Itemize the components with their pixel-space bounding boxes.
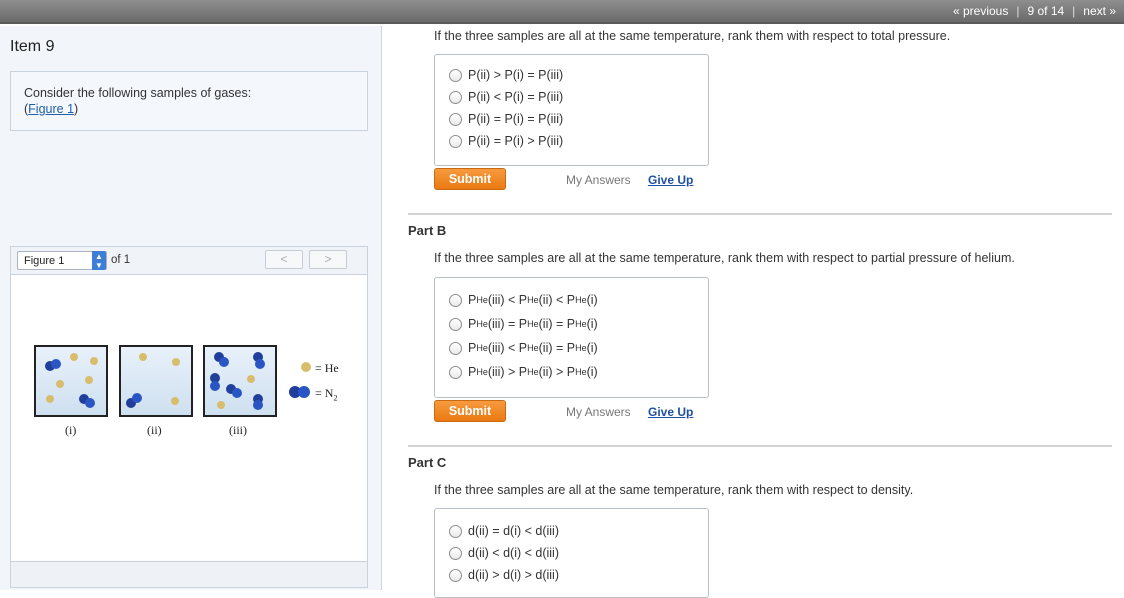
part-b-prompt: If the three samples are all at the same… <box>434 251 1015 265</box>
item-position: 9 of 14 <box>1027 4 1065 18</box>
part-b-title: Part B <box>408 223 447 238</box>
sample-label-iii: (iii) <box>229 423 247 437</box>
part-a-choices: P(ii) > P(i) = P(iii) P(ii) < P(i) = P(i… <box>434 54 709 166</box>
radio-button[interactable] <box>449 90 462 104</box>
part-c-prompt: If the three samples are all at the same… <box>434 483 914 497</box>
part-c-title: Part C <box>408 455 447 470</box>
sample-box-iii <box>203 345 277 417</box>
part-b-submit-button[interactable]: Submit <box>434 400 506 422</box>
intro-text: Consider the following samples of gases: <box>24 86 252 100</box>
radio-button[interactable] <box>449 568 462 582</box>
top-navigation-bar: « previous | 9 of 14 | next » <box>0 0 1124 24</box>
next-link[interactable]: next » <box>1075 4 1124 18</box>
part-b-choice-2[interactable]: P He (iii) = P He (ii) = P He (i) <box>449 317 598 331</box>
figure-prev-button[interactable]: < <box>265 250 303 269</box>
radio-button[interactable] <box>449 365 462 379</box>
item-pager: « previous | 9 of 14 | next » <box>945 4 1124 18</box>
part-a-choice-4[interactable]: P(ii) = P(i) > P(iii) <box>449 134 563 148</box>
sample-label-ii: (ii) <box>147 423 162 437</box>
part-a-my-answers[interactable]: My Answers <box>566 173 631 187</box>
part-c-choice-3[interactable]: d(ii) > d(i) > d(iii) <box>449 568 559 582</box>
radio-button[interactable] <box>449 524 462 538</box>
part-a-choice-2[interactable]: P(ii) < P(i) = P(iii) <box>449 90 563 104</box>
figure-toolbar: Figure 1 ▲ ▼ of 1 < > <box>11 247 367 275</box>
legend-helium: = He <box>315 361 339 375</box>
left-panel: Item 9 Consider the following samples of… <box>0 26 382 590</box>
figure-select[interactable]: Figure 1 ▲ ▼ <box>17 251 107 270</box>
radio-button[interactable] <box>449 317 462 331</box>
radio-button[interactable] <box>449 546 462 560</box>
radio-button[interactable] <box>449 68 462 82</box>
part-c-choice-2[interactable]: d(ii) < d(i) < d(iii) <box>449 546 559 560</box>
part-c-choice-1[interactable]: d(ii) = d(i) < d(iii) <box>449 524 559 538</box>
part-c-choices: d(ii) = d(i) < d(iii) d(ii) < d(i) < d(i… <box>434 508 709 598</box>
legend-icons <box>289 362 311 398</box>
previous-link[interactable]: « previous <box>945 4 1016 18</box>
sample-box-i <box>34 345 108 417</box>
sample-label-i: (i) <box>65 423 77 437</box>
radio-button[interactable] <box>449 341 462 355</box>
sample-ii-particles <box>126 353 180 408</box>
question-panel: If the three samples are all at the same… <box>383 26 1124 598</box>
figure-count: of 1 <box>111 254 131 266</box>
legend-nitrogen: = N2 <box>315 386 338 403</box>
figure-reference: (Figure 1) <box>24 102 79 116</box>
sample-i-particles <box>45 353 98 408</box>
part-a-give-up[interactable]: Give Up <box>648 173 693 187</box>
figure-footer <box>11 561 367 587</box>
figure-panel: Figure 1 ▲ ▼ of 1 < > (i) (ii) (iii) = H… <box>10 246 368 588</box>
part-b-give-up[interactable]: Give Up <box>648 405 693 419</box>
sample-iii-particles <box>210 352 265 410</box>
figure-next-button[interactable]: > <box>309 250 347 269</box>
radio-button[interactable] <box>449 134 462 148</box>
nitrogen-molecule-icon <box>289 386 310 398</box>
item-title: Item 9 <box>10 38 55 55</box>
sample-box-ii <box>119 345 193 417</box>
part-a-submit-button[interactable]: Submit <box>434 168 506 190</box>
section-divider <box>408 213 1112 215</box>
part-b-choice-1[interactable]: P He (iii) < P He (ii) < P He (i) <box>449 293 598 307</box>
part-b-my-answers[interactable]: My Answers <box>566 405 631 419</box>
radio-button[interactable] <box>449 293 462 307</box>
section-divider <box>408 445 1112 447</box>
part-b-choices: P He (iii) < P He (ii) < P He (i) P He (iii) = P… <box>434 277 709 398</box>
part-a-choice-1[interactable]: P(ii) > P(i) = P(iii) <box>449 68 563 82</box>
part-a-prompt: If the three samples are all at the same… <box>434 29 951 43</box>
part-b-choice-4[interactable]: P He (iii) > P He (ii) > P He (i) <box>449 365 598 379</box>
helium-atom-icon <box>301 362 311 372</box>
figure-link[interactable]: Figure 1 <box>28 102 74 116</box>
select-arrows-icon: ▲ ▼ <box>92 251 106 270</box>
part-a-choice-3[interactable]: P(ii) = P(i) = P(iii) <box>449 112 563 126</box>
part-b-choice-3[interactable]: P He (iii) < P He (ii) = P He (i) <box>449 341 598 355</box>
intro-box: Consider the following samples of gases:… <box>10 71 368 131</box>
radio-button[interactable] <box>449 112 462 126</box>
